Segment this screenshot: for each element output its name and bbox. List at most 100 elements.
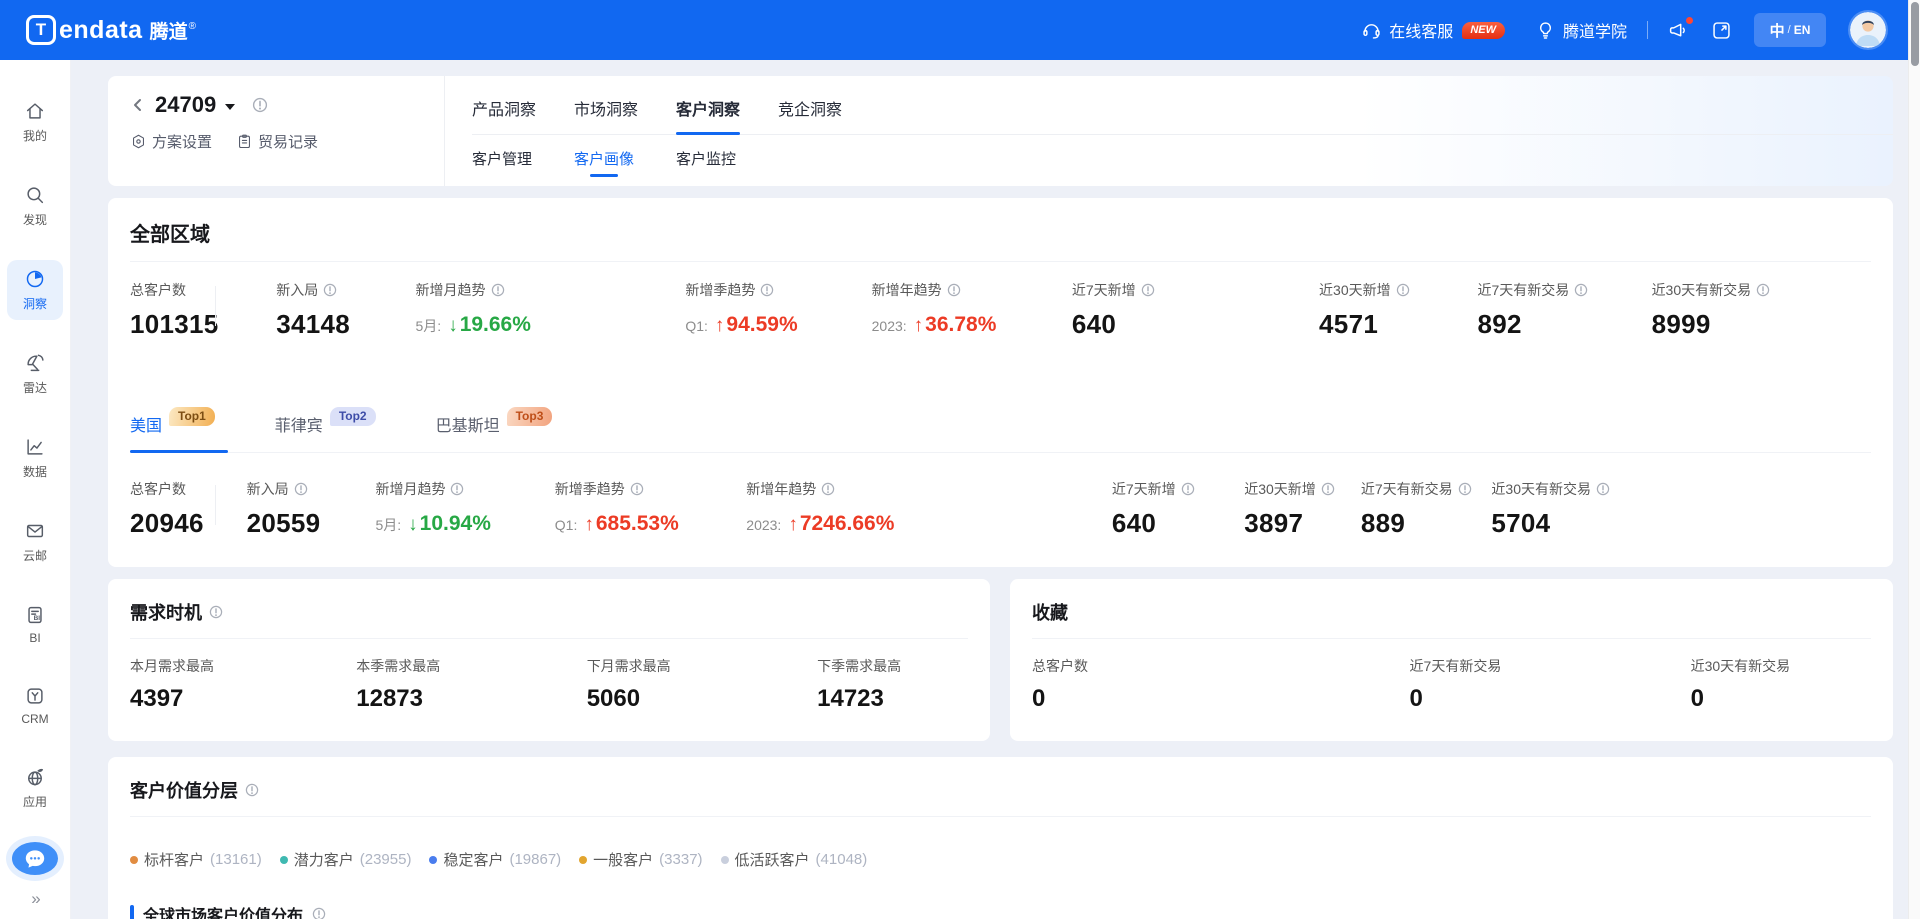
legend-general-customers[interactable]: 一般客户 (3337) <box>579 849 702 870</box>
favorites-stats-row: 总客户数 0 近7天有新交易 0 近30天有新交易 0 <box>1032 639 1871 713</box>
tab-competitor-insight[interactable]: 竞企洞察 <box>778 96 842 134</box>
stat-value: 34148 <box>276 309 415 340</box>
tab-market-insight[interactable]: 市场洞察 <box>574 96 638 134</box>
info-icon[interactable] <box>1321 482 1335 496</box>
scrollbar-thumb[interactable] <box>1911 2 1919 66</box>
legend-benchmark-customers[interactable]: 标杆客户 (13161) <box>130 849 262 870</box>
demand-timing-card: 需求时机 本月需求最高 4397 本季需求最高 12873 下月需求最高 <box>108 579 990 741</box>
legend-count: (41048) <box>816 851 868 868</box>
info-icon[interactable] <box>821 482 835 496</box>
country-name: 菲律宾 <box>275 412 323 436</box>
info-icon[interactable] <box>294 482 308 496</box>
sidebar-item-apps[interactable]: 应用 <box>7 758 63 818</box>
sidebar-item-bi[interactable]: BI BI <box>7 596 63 653</box>
arrow-down-icon: ↓ <box>408 514 418 536</box>
country-tab-usa[interactable]: 美国 Top1 <box>130 412 215 452</box>
stat-quarterly-trend: 新增季趋势 Q1: ↑685.53% <box>555 479 747 539</box>
info-icon[interactable] <box>1458 482 1472 496</box>
info-icon[interactable] <box>450 482 464 496</box>
legend-potential-customers[interactable]: 潜力客户 (23955) <box>280 849 412 870</box>
trend-value: ↓19.66% <box>448 313 531 337</box>
arrow-up-icon: ↑ <box>788 514 798 536</box>
notification-dot <box>1686 17 1693 24</box>
plan-dropdown-caret[interactable] <box>225 104 235 110</box>
legend-stable-customers[interactable]: 稳定客户 (19867) <box>429 849 561 870</box>
sidebar-item-label: 数据 <box>23 463 47 480</box>
sidebar-item-label: BI <box>29 631 40 645</box>
header-actions: 在线客服 NEW 腾道学院 <box>1361 12 1886 48</box>
stat-value: 3897 <box>1244 508 1361 539</box>
page-scrollbar[interactable] <box>1908 0 1920 919</box>
legend-count: (3337) <box>659 851 702 868</box>
stat-label: 新入局 <box>247 479 289 499</box>
sidebar-item-radar[interactable]: 雷达 <box>7 344 63 404</box>
info-icon[interactable] <box>1181 482 1195 496</box>
stat-fav-total: 总客户数 0 <box>1032 656 1410 713</box>
customer-service-fab[interactable] <box>12 842 58 875</box>
plan-settings-label: 方案设置 <box>152 131 212 152</box>
info-icon[interactable] <box>1756 283 1770 297</box>
sidebar-item-mail[interactable]: 云邮 <box>7 512 63 572</box>
academy-link[interactable]: 腾道学院 <box>1535 18 1627 42</box>
trend-prefix: 5月: <box>375 515 401 535</box>
sidebar-item-insight[interactable]: 洞察 <box>7 260 63 320</box>
announcements-button[interactable] <box>1668 20 1689 41</box>
back-chevron-icon[interactable] <box>130 97 146 113</box>
sidebar-item-mine[interactable]: 我的 <box>7 92 63 152</box>
info-icon[interactable] <box>760 283 774 297</box>
stat-label: 近30天有新交易 <box>1652 280 1752 300</box>
plan-settings-button[interactable]: 方案设置 <box>130 131 212 152</box>
subtab-customer-management[interactable]: 客户管理 <box>472 148 532 183</box>
info-icon[interactable] <box>1141 283 1155 297</box>
info-icon[interactable] <box>1396 283 1410 297</box>
stat-yearly-trend: 新增年趋势 2023: ↑7246.66% <box>746 479 1112 539</box>
stat-label: 近7天有新交易 <box>1477 280 1569 300</box>
subtab-customer-monitoring[interactable]: 客户监控 <box>676 148 736 183</box>
insight-tabs: 产品洞察 市场洞察 客户洞察 竞企洞察 客户管理 客户画像 客户监控 <box>445 76 1893 186</box>
online-service-link[interactable]: 在线客服 NEW <box>1361 18 1505 42</box>
language-toggle[interactable]: 中 / EN <box>1754 13 1826 47</box>
info-icon[interactable] <box>947 283 961 297</box>
country-tab-pakistan[interactable]: 巴基斯坦 Top3 <box>436 412 553 452</box>
stat-label: 近30天新增 <box>1244 479 1316 499</box>
info-icon[interactable] <box>312 907 326 919</box>
info-icon[interactable] <box>245 783 259 797</box>
plan-id[interactable]: 24709 <box>155 92 216 118</box>
tab-customer-insight[interactable]: 客户洞察 <box>676 96 740 134</box>
trend-value: ↓10.94% <box>408 512 491 536</box>
stat-value: 0 <box>1691 685 1871 713</box>
overview-stats-row: 总客户数 101315 新入局 34148 新增月趋势 5月: ↓19.66% … <box>130 262 1871 384</box>
fullscreen-button[interactable] <box>1711 20 1732 41</box>
info-icon[interactable] <box>1574 283 1588 297</box>
sidebar-collapse-button[interactable]: » <box>31 889 38 909</box>
secondary-cards-row: 需求时机 本月需求最高 4397 本季需求最高 12873 下月需求最高 <box>108 579 1893 741</box>
trend-prefix: Q1: <box>685 318 708 334</box>
tab-product-insight[interactable]: 产品洞察 <box>472 96 536 134</box>
stat-label: 近7天有新交易 <box>1361 479 1453 499</box>
info-icon[interactable] <box>630 482 644 496</box>
stat-label: 总客户数 <box>1032 656 1410 676</box>
svg-text:BI: BI <box>34 615 41 622</box>
legend-low-activity-customers[interactable]: 低活跃客户 (41048) <box>721 849 868 870</box>
trend-prefix: 2023: <box>746 517 781 533</box>
sidebar-item-discover[interactable]: 发现 <box>7 176 63 236</box>
info-icon[interactable] <box>209 605 223 619</box>
subtab-customer-profile[interactable]: 客户画像 <box>574 148 634 183</box>
home-icon <box>24 100 46 122</box>
stat-fav-trades-7days: 近7天有新交易 0 <box>1410 656 1691 713</box>
trade-records-button[interactable]: 贸易记录 <box>236 131 318 152</box>
stat-new-entrants: 新入局 34148 <box>276 280 415 340</box>
stat-value: 12873 <box>356 685 586 713</box>
brand-logo[interactable]: T endata 腾道 ® <box>26 15 196 45</box>
info-icon[interactable] <box>323 283 337 297</box>
info-icon[interactable] <box>491 283 505 297</box>
sidebar-item-crm[interactable]: CRM <box>7 677 63 734</box>
expand-icon <box>1711 20 1732 41</box>
sidebar-item-data[interactable]: 数据 <box>7 428 63 488</box>
country-tab-philippines[interactable]: 菲律宾 Top2 <box>275 412 376 452</box>
stat-value: 5704 <box>1491 508 1871 539</box>
stat-demand-this-quarter: 本季需求最高 12873 <box>356 656 586 713</box>
user-avatar[interactable] <box>1850 12 1886 48</box>
info-icon[interactable] <box>252 97 268 113</box>
info-icon[interactable] <box>1596 482 1610 496</box>
